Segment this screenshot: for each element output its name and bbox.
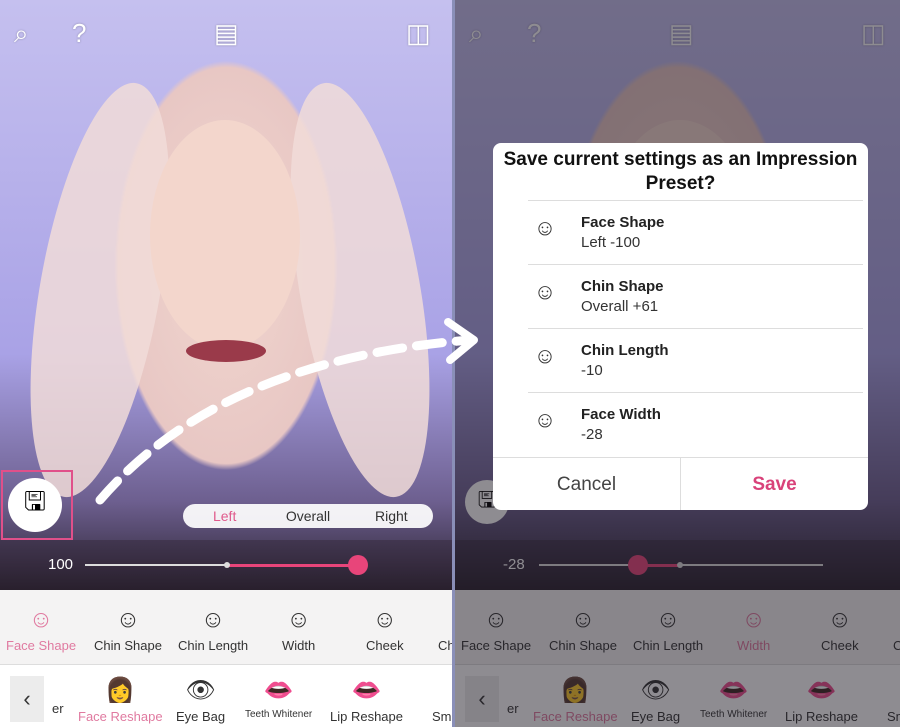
subtool-bar: ☺Face Shape ☺Chin Shape ☺Chin Length ☺Wi… [0, 590, 452, 665]
chin-shape-icon: ☺ [115, 606, 141, 633]
segment-left[interactable]: Left [183, 508, 266, 524]
face-shape-icon: ☺ [28, 606, 54, 633]
tool-lip-reshape[interactable]: 👄Lip Reshape [330, 673, 403, 724]
preset-item: ☺ Face Shape Left -100 [528, 200, 863, 264]
subtool-cheek[interactable]: ☺Cheek [366, 602, 404, 653]
lips-icon: 👄 [263, 677, 294, 704]
preset-item: ☺ Chin Length -10 [528, 328, 863, 392]
chin-length-icon: ☺ [533, 343, 557, 368]
back-button[interactable]: ‹ [10, 676, 44, 722]
magic-search-icon[interactable]: ⌕ [14, 18, 29, 50]
width-icon: ☺ [286, 606, 311, 633]
document-icon[interactable]: ▤ [214, 18, 239, 49]
lip-reshape-icon: 👄 [351, 677, 382, 704]
width-icon: ☺ [533, 407, 557, 432]
tool-partial[interactable]: er [52, 701, 64, 716]
face-shape-icon: ☺ [533, 215, 557, 240]
save-preset-button[interactable]: 🖫 [8, 478, 62, 532]
save-preset-dialog: Save current settings as an Impression P… [493, 143, 868, 510]
subtool-chin-shape[interactable]: ☺Chin Shape [94, 602, 162, 653]
tool-partial-sm[interactable]: Sm [432, 673, 452, 724]
save-button[interactable]: Save [681, 458, 868, 510]
slider-knob[interactable] [348, 555, 368, 575]
segment-overall[interactable]: Overall [266, 508, 349, 524]
chin-length-icon: ☺ [200, 606, 226, 633]
help-icon[interactable]: ? [72, 18, 86, 49]
right-screen: ⌕ ? ▤ ◫ -28 🖫 ☺Face Shape ☺Chin Shape ☺C… [455, 0, 900, 727]
cancel-button[interactable]: Cancel [493, 458, 681, 510]
slider-value: 100 [48, 556, 74, 573]
tool-bar: er 👩Face Reshape 👁Eye Bag 👄Teeth Whitene… [0, 665, 452, 727]
subtool-partial[interactable]: Ch [438, 602, 452, 653]
side-selector[interactable]: Left Overall Right [183, 504, 433, 528]
left-screen: ⌕ ? ▤ ◫ 100 Left Overall Right 🖫 ☺ Face S… [0, 0, 452, 727]
segment-right[interactable]: Right [350, 508, 433, 524]
tool-eye-bag[interactable]: 👁Eye Bag [176, 673, 225, 724]
subtool-face-shape[interactable]: ☺Face Shape [6, 602, 76, 653]
cheek-icon: ☺ [372, 606, 398, 633]
intensity-slider[interactable]: 100 [0, 540, 452, 590]
tool-face-reshape[interactable]: 👩Face Reshape [78, 673, 163, 724]
subtool-width[interactable]: ☺Width [282, 602, 315, 653]
tool-teeth-whitener[interactable]: 👄Teeth Whitener [245, 673, 312, 720]
preset-item: ☺ Face Width -28 [528, 392, 863, 456]
dialog-title: Save current settings as an Impression P… [503, 149, 858, 194]
chin-shape-icon: ☺ [533, 279, 557, 304]
floppy-icon: 🖫 [23, 486, 47, 516]
eye-icon: 👁 [185, 677, 216, 704]
face-reshape-icon: 👩 [105, 677, 136, 704]
subtool-chin-length[interactable]: ☺Chin Length [178, 602, 248, 653]
preset-item: ☺ Chin Shape Overall +61 [528, 264, 863, 328]
compare-icon[interactable]: ◫ [406, 18, 431, 49]
